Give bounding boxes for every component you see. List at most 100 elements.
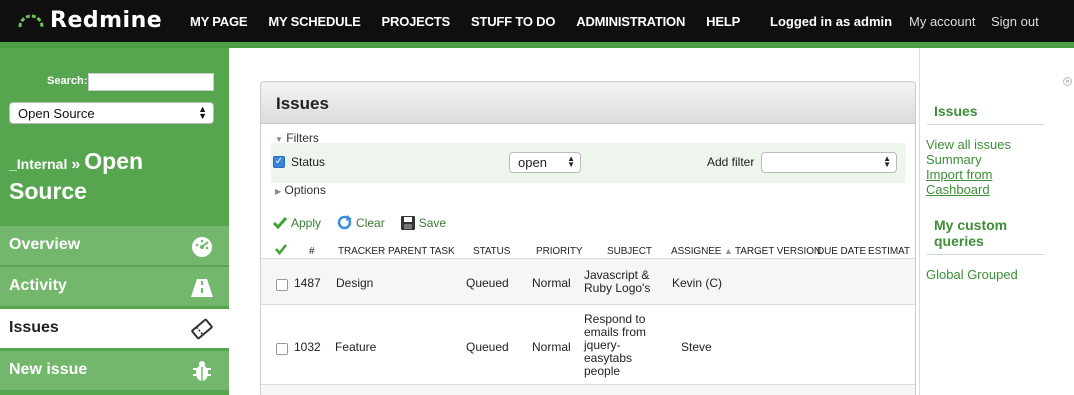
subject-line: Ruby Logo's [584,281,651,295]
nav-overview-label: Overview [9,236,81,253]
sidebar-issues-heading: Issues [934,103,978,119]
nav-issues-label: Issues [9,319,59,336]
project-title: _Internal» Open Source [9,148,224,208]
issue-subject-link[interactable]: Respond to emails from jquery- easytabs … [584,313,646,378]
logo-text: Redmine [50,7,163,33]
table-row[interactable]: 1487 Design Queued Normal Javascript & R… [261,258,915,304]
issue-priority: Normal [532,276,571,290]
col-assignee[interactable]: ASSIGNEE ▲ [671,246,733,257]
bug-icon [189,359,215,383]
collapse-sidebar-icon[interactable]: » [1063,77,1072,86]
toggle-all-checkbox[interactable] [275,244,287,258]
status-operator-select[interactable]: open ▲ ▼ [509,152,581,173]
subject-line: Respond to [584,312,646,326]
clear-button[interactable]: Clear [337,215,393,230]
summary-link[interactable]: Summary [926,152,982,167]
table-row[interactable] [261,384,915,395]
menu-my-schedule[interactable]: MY SCHEDULE [268,14,360,29]
sign-out-link[interactable]: Sign out [991,14,1039,29]
issue-tracker: Feature [335,340,377,354]
subject-line: emails from [584,325,647,339]
search-input[interactable] [88,73,214,91]
menu-stuff-to-do[interactable]: STUFF TO DO [471,14,555,29]
ticket-icon [189,317,215,341]
check-icon [273,216,287,229]
menu-administration[interactable]: ADMINISTRATION [576,14,685,29]
issue-status: Queued [466,276,509,290]
issue-id-link[interactable]: 1032 [294,340,321,354]
select-arrows-icon: ▲ ▼ [198,104,207,121]
sort-asc-icon: ▲ [724,246,733,256]
subject-line: jquery- [584,338,621,352]
issue-id-link[interactable]: 1487 [294,276,321,290]
subject-line: people [584,364,621,378]
row-select-checkbox[interactable] [276,279,288,291]
subject-line: Javascript & [584,268,650,282]
issues-panel: Issues ▼ Filters ✓ Status open ▲ ▼ Add fi… [260,81,916,395]
options-legend: Options [284,183,326,197]
col-parent-task[interactable]: PARENT TASK [388,246,455,257]
nav-new-issue[interactable]: New issue [0,351,229,391]
col-tracker[interactable]: TRACKER [338,246,385,257]
project-jump-select[interactable]: Open Source ▲ ▼ [9,102,214,124]
project-sidebar: Search: Open Source ▲ ▼ _Internal» Open So… [0,48,229,395]
check-icon [275,244,287,255]
top-menu: MY PAGE MY SCHEDULE PROJECTS STUFF TO DO… [190,0,761,42]
search-label: Search: [47,75,88,87]
col-status[interactable]: STATUS [473,246,510,257]
col-subject[interactable]: SUBJECT [607,246,652,257]
my-account-link[interactable]: My account [909,14,975,29]
page-title: Issues [261,82,915,124]
select-arrows-icon: ▲ ▼ [567,154,575,169]
issue-assignee-link[interactable]: Kevin (C) [672,276,722,290]
nav-overview[interactable]: Overview [0,226,229,266]
logged-in-text: Logged in as admin [770,14,893,29]
col-due-date[interactable]: DUE DATE [817,246,866,257]
col-estimated[interactable]: ESTIMAT [868,246,910,257]
breadcrumb-separator: » [71,156,81,173]
menu-help[interactable]: HELP [706,14,740,29]
right-sidebar: » Issues View all issues Summary Import … [919,48,1074,395]
dashboard-icon [189,234,215,258]
heading-line: My custom [934,217,1008,233]
status-operator-value: open [518,155,547,170]
clear-label: Clear [356,215,385,230]
col-target-version[interactable]: TARGET VERSION [735,246,821,257]
issue-assignee-link[interactable]: Steve [681,340,712,354]
menu-projects[interactable]: PROJECTS [382,14,451,29]
main-content: Issues ▼ Filters ✓ Status open ▲ ▼ Add fi… [229,48,919,395]
custom-queries-heading: My custom queries [934,217,1007,249]
query-actions: Apply Clear Save [273,215,462,230]
row-select-checkbox[interactable] [276,343,288,355]
apply-button[interactable]: Apply [273,216,329,230]
top-bar: Redmine MY PAGE MY SCHEDULE PROJECTS STU… [0,0,1074,42]
global-grouped-query-link[interactable]: Global Grouped [926,267,1018,282]
col-id[interactable]: # [309,246,315,257]
road-icon [189,275,215,299]
import-from-link[interactable]: Import from [926,167,992,182]
parent-project-link[interactable]: _Internal [9,156,67,172]
table-row[interactable]: 1032 Feature Queued Normal Respond to em… [261,304,915,384]
col-priority[interactable]: PRIORITY [536,246,583,257]
nav-new-issue-label: New issue [9,361,88,378]
nav-issues[interactable]: Issues [0,309,229,349]
add-filter-select[interactable]: ▲ ▼ [761,152,897,173]
cashboard-link[interactable]: Cashboard [926,182,990,197]
issue-priority: Normal [532,340,571,354]
menu-my-page[interactable]: MY PAGE [190,14,248,29]
options-toggle[interactable]: ▶ Options [275,183,326,197]
issue-status: Queued [466,340,509,354]
col-assignee-label: ASSIGNEE [671,246,722,257]
nav-activity[interactable]: Activity [0,267,229,307]
save-button[interactable]: Save [400,215,454,230]
status-filter-checkbox[interactable]: ✓ [273,156,285,168]
redmine-logo[interactable]: Redmine [18,7,162,33]
reload-icon [337,215,353,230]
view-all-issues-link[interactable]: View all issues [926,137,1011,152]
status-filter-label: Status [291,155,326,169]
save-label: Save [418,215,447,230]
issue-subject-link[interactable]: Javascript & Ruby Logo's [584,269,650,295]
add-filter-label: Add filter [707,155,755,169]
select-arrows-icon: ▲ ▼ [883,154,891,169]
floppy-disk-icon [400,215,415,230]
